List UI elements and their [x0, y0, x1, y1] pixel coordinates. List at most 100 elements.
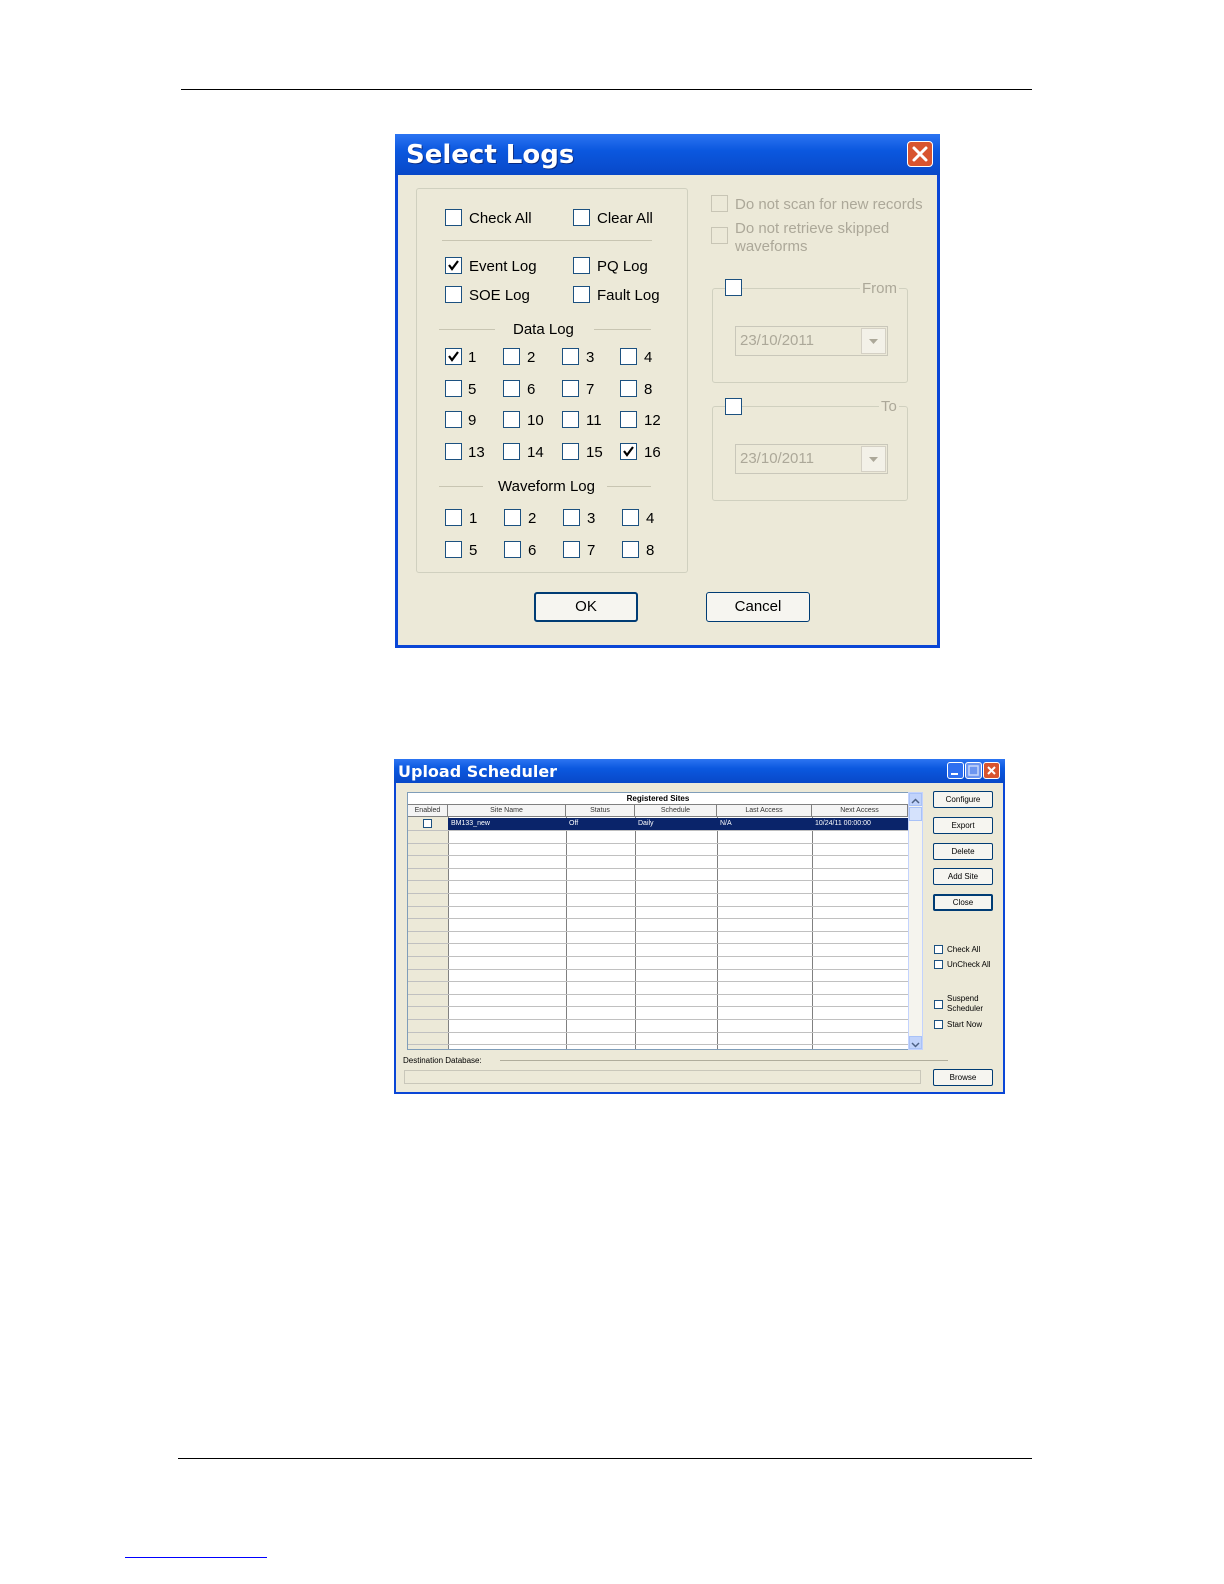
- row-divider: [408, 1019, 908, 1020]
- grid-caption: Registered Sites: [408, 793, 908, 805]
- divider: [439, 329, 495, 330]
- vertical-scrollbar[interactable]: [908, 792, 923, 1050]
- data-log-10-checkbox[interactable]: [503, 411, 520, 428]
- data-log-7-checkbox[interactable]: [562, 380, 579, 397]
- data-log-12-checkbox[interactable]: [620, 411, 637, 428]
- pq-log-checkbox[interactable]: [573, 257, 590, 274]
- row-divider: [408, 956, 908, 957]
- data-log-1-checkbox[interactable]: [445, 348, 462, 365]
- no-scan-label: Do not scan for new records: [735, 196, 923, 213]
- data-log-4-checkbox[interactable]: [620, 348, 637, 365]
- close-window-button[interactable]: Close: [933, 894, 993, 911]
- destination-database-field[interactable]: [404, 1070, 921, 1084]
- to-label: To: [879, 398, 899, 415]
- waveform-log-5-checkbox[interactable]: [445, 541, 462, 558]
- waveform-log-label: 1: [469, 510, 478, 527]
- data-log-3-checkbox[interactable]: [562, 348, 579, 365]
- divider: [439, 486, 483, 487]
- data-log-label: 5: [468, 381, 477, 398]
- data-log-8-checkbox[interactable]: [620, 380, 637, 397]
- data-log-label: 9: [468, 412, 477, 429]
- waveform-log-3-checkbox[interactable]: [563, 509, 580, 526]
- column-header[interactable]: Enabled: [408, 805, 448, 817]
- delete-button[interactable]: Delete: [933, 843, 993, 860]
- clear-all-checkbox[interactable]: [573, 209, 590, 226]
- fault-log-checkbox[interactable]: [573, 286, 590, 303]
- cell-site-name: BM133_new: [451, 820, 490, 827]
- data-log-16-checkbox[interactable]: [620, 443, 637, 460]
- row-divider: [408, 981, 908, 982]
- registered-sites-grid[interactable]: Registered Sites Enabled Site Name Status S…: [407, 792, 909, 1050]
- divider: [594, 329, 651, 330]
- waveform-log-1-checkbox[interactable]: [445, 509, 462, 526]
- waveform-log-8-checkbox[interactable]: [622, 541, 639, 558]
- close-button[interactable]: [983, 762, 1000, 779]
- soe-log-checkbox[interactable]: [445, 286, 462, 303]
- check-icon: [623, 446, 634, 457]
- fault-log-label: Fault Log: [597, 287, 660, 304]
- check-all-checkbox[interactable]: [934, 945, 943, 954]
- from-date-value: 23/10/2011: [740, 332, 814, 349]
- start-now-checkbox[interactable]: [934, 1020, 943, 1029]
- row-divider: [408, 1006, 908, 1007]
- to-checkbox[interactable]: [725, 398, 742, 415]
- from-checkbox[interactable]: [725, 279, 742, 296]
- close-button[interactable]: [907, 141, 933, 167]
- no-scan-checkbox[interactable]: [711, 195, 728, 212]
- cell-status: Off: [569, 820, 579, 827]
- data-log-15-checkbox[interactable]: [562, 443, 579, 460]
- no-retrieve-checkbox[interactable]: [711, 227, 728, 244]
- data-log-6-checkbox[interactable]: [503, 380, 520, 397]
- upload-scheduler-window: Upload Scheduler Registered Sites Enable…: [394, 759, 1005, 1094]
- waveform-log-4-checkbox[interactable]: [622, 509, 639, 526]
- waveform-log-6-checkbox[interactable]: [504, 541, 521, 558]
- data-log-label: 6: [527, 381, 536, 398]
- column-divider: [717, 817, 718, 1049]
- row-divider: [408, 1032, 908, 1033]
- data-log-label: 1: [468, 349, 477, 366]
- uncheck-all-checkbox[interactable]: [934, 960, 943, 969]
- configure-button[interactable]: Configure: [933, 791, 993, 808]
- column-header[interactable]: Status: [566, 805, 635, 817]
- waveform-log-label: 7: [587, 542, 596, 559]
- suspend-scheduler-checkbox[interactable]: [934, 1000, 943, 1009]
- cancel-button[interactable]: Cancel: [706, 592, 810, 622]
- footer-link-underline: [125, 1557, 267, 1558]
- add-site-button[interactable]: Add Site: [933, 868, 993, 885]
- ok-button[interactable]: OK: [534, 592, 638, 622]
- from-date-dropdown[interactable]: 23/10/2011: [735, 326, 888, 356]
- minimize-button[interactable]: [947, 762, 964, 779]
- check-all-checkbox[interactable]: [445, 209, 462, 226]
- data-log-2-checkbox[interactable]: [503, 348, 520, 365]
- chevron-up-icon: [911, 798, 920, 804]
- waveform-log-2-checkbox[interactable]: [504, 509, 521, 526]
- to-date-dropdown[interactable]: 23/10/2011: [735, 444, 888, 474]
- data-log-9-checkbox[interactable]: [445, 411, 462, 428]
- scroll-down-button[interactable]: [909, 1036, 922, 1049]
- close-icon: [912, 146, 928, 162]
- data-log-13-checkbox[interactable]: [445, 443, 462, 460]
- column-header[interactable]: Schedule: [635, 805, 717, 817]
- enabled-checkbox[interactable]: [423, 819, 432, 828]
- data-log-label: 15: [586, 444, 603, 461]
- column-header[interactable]: Next Access: [812, 805, 908, 817]
- data-log-label: 7: [586, 381, 595, 398]
- event-log-checkbox[interactable]: [445, 257, 462, 274]
- column-header[interactable]: Last Access: [717, 805, 812, 817]
- column-divider: [635, 817, 636, 1049]
- scroll-thumb[interactable]: [909, 807, 922, 821]
- data-log-11-checkbox[interactable]: [562, 411, 579, 428]
- waveform-log-7-checkbox[interactable]: [563, 541, 580, 558]
- maximize-icon: [968, 765, 979, 776]
- browse-button[interactable]: Browse: [933, 1069, 993, 1086]
- check-icon: [448, 351, 459, 362]
- export-button[interactable]: Export: [933, 817, 993, 834]
- scroll-up-button[interactable]: [909, 793, 922, 806]
- data-log-14-checkbox[interactable]: [503, 443, 520, 460]
- data-log-5-checkbox[interactable]: [445, 380, 462, 397]
- column-header[interactable]: Site Name: [448, 805, 566, 817]
- cell-last-access: N/A: [720, 820, 732, 827]
- waveform-log-header: Waveform Log: [498, 478, 595, 495]
- maximize-button[interactable]: [965, 762, 982, 779]
- data-log-label: 8: [644, 381, 653, 398]
